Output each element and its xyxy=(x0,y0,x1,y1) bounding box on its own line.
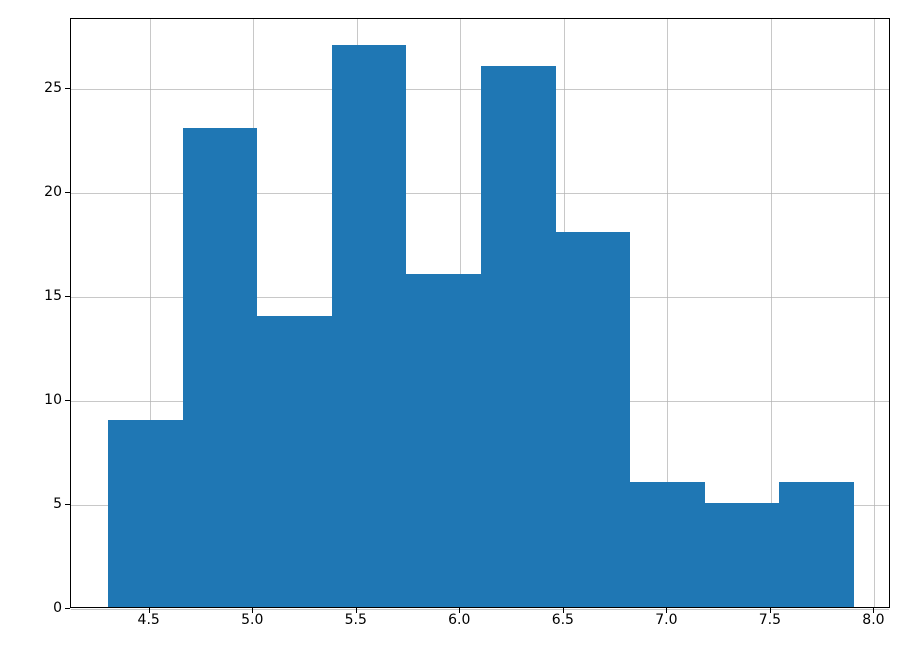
x-tick-label: 6.0 xyxy=(448,612,470,628)
y-tick-mark xyxy=(65,400,70,401)
histogram-bar xyxy=(630,482,705,607)
y-tick-label: 20 xyxy=(0,184,62,200)
y-tick-mark xyxy=(65,192,70,193)
grid-h xyxy=(71,89,889,90)
y-tick-label: 25 xyxy=(0,80,62,96)
histogram-bar xyxy=(108,420,183,607)
y-tick-label: 15 xyxy=(0,288,62,304)
x-tick-label: 8.0 xyxy=(862,612,884,628)
y-tick-label: 10 xyxy=(0,392,62,408)
x-tick-label: 4.5 xyxy=(138,612,160,628)
y-tick-mark xyxy=(65,504,70,505)
histogram-bar xyxy=(406,274,481,607)
grid-h xyxy=(71,609,889,610)
plot-area xyxy=(70,18,890,608)
histogram-bar xyxy=(556,232,631,607)
histogram-bar xyxy=(183,128,258,607)
histogram-bar xyxy=(257,316,332,607)
histogram-bar xyxy=(481,66,556,607)
x-tick-label: 7.0 xyxy=(655,612,677,628)
y-tick-mark xyxy=(65,608,70,609)
histogram-bar xyxy=(332,45,407,607)
histogram-bar xyxy=(705,503,780,607)
y-tick-mark xyxy=(65,296,70,297)
x-tick-label: 5.0 xyxy=(241,612,263,628)
y-tick-label: 5 xyxy=(0,496,62,512)
y-tick-mark xyxy=(65,88,70,89)
grid-v xyxy=(874,19,875,607)
y-tick-label: 0 xyxy=(0,600,62,616)
x-tick-label: 7.5 xyxy=(759,612,781,628)
x-tick-label: 5.5 xyxy=(345,612,367,628)
x-tick-label: 6.5 xyxy=(552,612,574,628)
histogram-bar xyxy=(779,482,854,607)
